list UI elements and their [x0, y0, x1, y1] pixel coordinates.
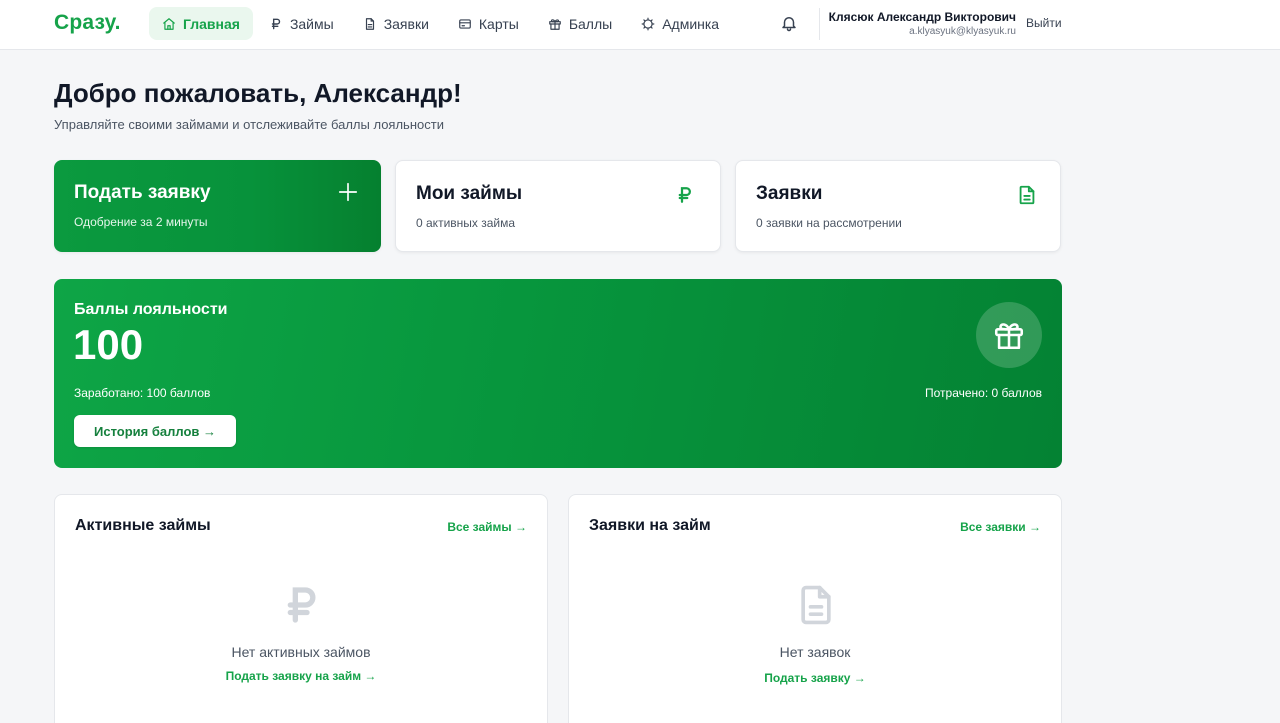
loan-requests-title: Заявки на займ	[589, 517, 711, 534]
logout-button[interactable]: Выйти	[1026, 16, 1062, 30]
document-icon	[801, 585, 831, 625]
my-loans-card-subtitle: 0 активных займа	[416, 216, 516, 230]
app-logo[interactable]: Сразу.	[54, 11, 121, 35]
nav-item-cards[interactable]: Карты	[445, 7, 532, 40]
active-loans-panel: Активные займы Все займы → Нет активных …	[54, 494, 548, 723]
points-history-button[interactable]: История баллов →	[74, 415, 236, 447]
settings-icon	[641, 17, 655, 30]
gift-icon	[994, 323, 1024, 350]
points-earned: Заработано: 100 баллов	[74, 386, 211, 400]
empty-requests-text: Нет заявок	[779, 644, 851, 660]
user-email: a.klyasyuk@klyasyuk.ru	[909, 26, 1016, 37]
top-navigation-bar: Сразу. Главная Займы Заявки Карты Баллы …	[0, 0, 1280, 50]
nav-item-label: Займы	[289, 15, 334, 32]
user-info: Клясюк Александр Викторович a.klyasyuk@k…	[829, 10, 1016, 40]
loyalty-points-banner: Баллы лояльности 100 Заработано: 100 бал…	[54, 279, 1062, 468]
plus-icon	[338, 182, 358, 202]
nav-item-points[interactable]: Баллы	[535, 7, 625, 40]
document-icon	[365, 17, 374, 30]
all-requests-link[interactable]: Все заявки →	[960, 520, 1041, 534]
nav-item-applications[interactable]: Заявки	[350, 7, 442, 40]
gift-badge	[976, 302, 1042, 368]
applications-card[interactable]: Заявки 0 заявки на рассмотрении	[735, 160, 1061, 252]
nav-item-home[interactable]: Главная	[149, 7, 253, 40]
bell-icon	[782, 17, 796, 32]
apply-card-title: Подать заявку	[74, 182, 211, 203]
nav-item-label: Главная	[183, 15, 240, 32]
main-nav: Главная Займы Заявки Карты Баллы Админка	[149, 7, 735, 40]
apply-loan-link[interactable]: Подать заявку на займ →	[55, 669, 547, 683]
home-icon	[163, 17, 175, 30]
loyalty-label: Баллы лояльности	[74, 301, 228, 318]
points-spent: Потрачено: 0 баллов	[925, 386, 1042, 400]
all-loans-link[interactable]: Все займы →	[447, 520, 527, 534]
ruble-icon	[678, 187, 691, 203]
submit-request-link[interactable]: Подать заявку →	[569, 671, 1061, 685]
header-divider	[819, 8, 820, 40]
nav-item-label: Карты	[478, 15, 519, 32]
applications-card-title: Заявки	[756, 183, 823, 204]
ruble-icon	[271, 18, 281, 29]
gift-icon	[548, 18, 561, 30]
nav-item-label: Баллы	[568, 15, 613, 32]
my-loans-card-title: Мои займы	[416, 183, 523, 204]
document-icon	[1019, 185, 1035, 205]
nav-item-label: Заявки	[383, 15, 429, 32]
ruble-icon	[287, 587, 316, 623]
my-loans-card[interactable]: Мои займы 0 активных займа	[395, 160, 721, 252]
empty-loans-text: Нет активных займов	[231, 644, 371, 660]
nav-item-admin[interactable]: Админка	[628, 7, 732, 40]
notifications-button[interactable]	[780, 14, 800, 34]
applications-card-subtitle: 0 заявки на рассмотрении	[756, 216, 902, 230]
page-title: Добро пожаловать, Александр!	[54, 78, 462, 108]
page-subtitle: Управляйте своими займами и отслеживайте…	[54, 117, 444, 132]
loan-requests-panel: Заявки на займ Все заявки → Нет заявок П…	[568, 494, 1062, 723]
user-name: Клясюк Александр Викторович	[828, 10, 1016, 24]
nav-item-loans[interactable]: Займы	[256, 7, 347, 40]
loyalty-points-value: 100	[73, 321, 144, 368]
apply-card[interactable]: Подать заявку Одобрение за 2 минуты	[54, 160, 381, 252]
apply-card-subtitle: Одобрение за 2 минуты	[74, 215, 208, 229]
active-loans-title: Активные займы	[75, 517, 211, 534]
nav-item-label: Админка	[662, 15, 720, 32]
card-icon	[459, 18, 471, 29]
